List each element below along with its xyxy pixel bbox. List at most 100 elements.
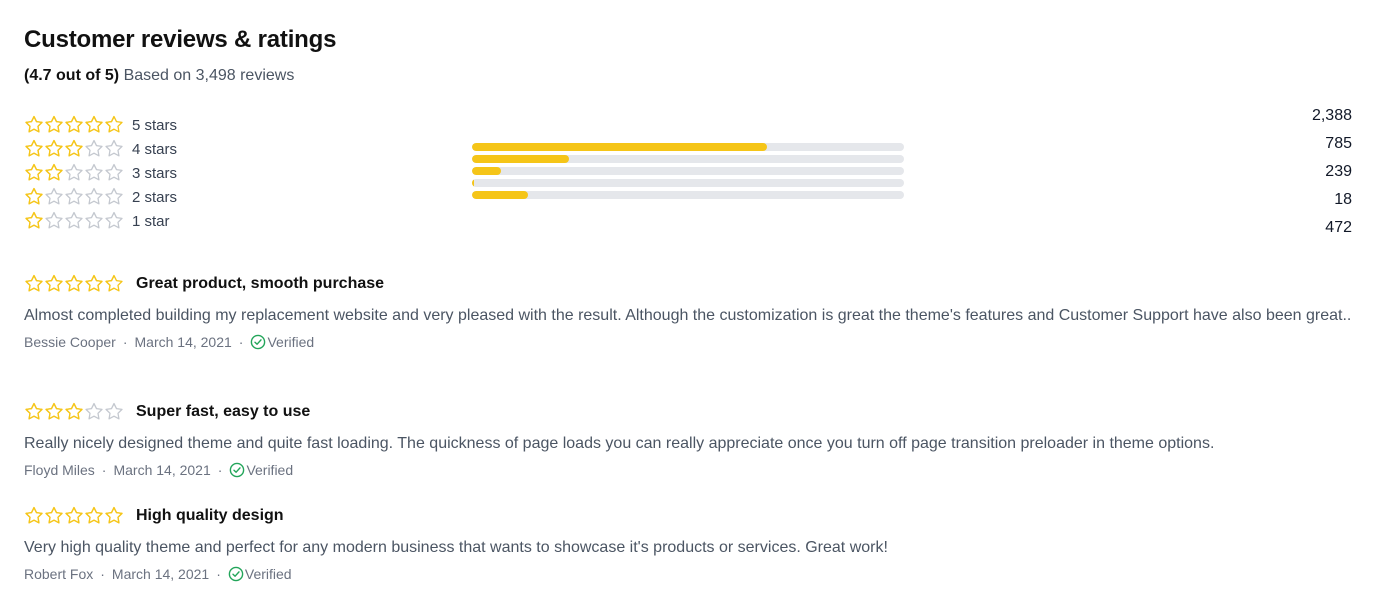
rating-bar-fill	[472, 179, 475, 187]
separator-dot: ·	[101, 462, 107, 478]
breakdown-row-5[interactable]: 5 stars	[24, 113, 224, 137]
star-icon	[25, 274, 43, 292]
star-icon	[45, 402, 63, 420]
star-icon	[85, 187, 103, 205]
review-title: Super fast, easy to use	[136, 403, 311, 420]
star-icon	[25, 211, 43, 229]
star-icon	[45, 274, 63, 292]
star-rating-icon	[24, 187, 124, 207]
star-icon	[105, 274, 123, 292]
star-icon	[45, 163, 63, 181]
review-author: Robert Fox	[24, 566, 94, 582]
star-icon	[65, 187, 83, 205]
review-item: Great product, smooth purchase Almost co…	[24, 272, 1354, 352]
average-rating: (4.7 out of 5)	[24, 67, 120, 84]
count-1-star: 472	[1325, 219, 1352, 236]
star-icon	[25, 163, 43, 181]
star-rating-icon	[24, 506, 124, 526]
review-date: March 14, 2021	[134, 334, 232, 350]
star-icon	[105, 187, 123, 205]
star-icon	[45, 211, 63, 229]
star-icon	[65, 139, 83, 157]
page-title: Customer reviews & ratings	[24, 26, 337, 53]
count-3-stars: 239	[1325, 163, 1352, 180]
separator-dot: ·	[122, 334, 128, 350]
rating-bar-4	[472, 155, 904, 163]
star-icon	[85, 402, 103, 420]
star-icon	[25, 139, 43, 157]
breakdown-label: 3 stars	[132, 164, 178, 182]
breakdown-row-3[interactable]: 3 stars	[24, 161, 224, 185]
verified-badge: Verified	[250, 332, 314, 352]
verified-label: Verified	[267, 334, 315, 350]
review-body: Very high quality theme and perfect for …	[24, 539, 888, 556]
star-icon	[65, 274, 83, 292]
star-icon	[45, 187, 63, 205]
breakdown-label: 5 stars	[132, 116, 178, 134]
star-icon	[105, 211, 123, 229]
review-date: March 14, 2021	[113, 462, 211, 478]
rating-bar-1	[472, 191, 904, 199]
star-icon	[25, 115, 43, 133]
review-author: Bessie Cooper	[24, 334, 116, 350]
breakdown-label: 4 stars	[132, 140, 178, 158]
star-icon	[65, 211, 83, 229]
rating-bar-2	[472, 179, 904, 187]
check-circle-icon	[230, 462, 245, 478]
star-icon	[85, 139, 103, 157]
verified-badge: Verified	[228, 564, 292, 584]
star-rating-icon	[24, 402, 124, 422]
star-icon	[65, 163, 83, 181]
review-title: High quality design	[136, 507, 284, 524]
rating-summary: (4.7 out of 5) Based on 3,498 reviews	[24, 66, 294, 86]
review-item: High quality design Very high quality th…	[24, 504, 1354, 584]
rating-bar-5	[472, 143, 904, 151]
star-icon	[85, 115, 103, 133]
star-rating-icon	[24, 163, 124, 183]
star-rating-icon	[24, 115, 124, 135]
star-icon	[45, 115, 63, 133]
star-icon	[25, 187, 43, 205]
review-author: Floyd Miles	[24, 462, 95, 478]
rating-bar-fill	[472, 155, 569, 163]
star-rating-icon	[24, 274, 124, 294]
separator-dot: ·	[100, 566, 105, 582]
breakdown-label: 1 star	[132, 212, 170, 230]
verified-label: Verified	[246, 462, 294, 478]
breakdown-row-2[interactable]: 2 stars	[24, 185, 224, 209]
count-2-stars: 18	[1334, 191, 1352, 208]
review-date: March 14, 2021	[111, 566, 210, 582]
star-icon	[105, 163, 123, 181]
rating-bar-fill	[472, 167, 502, 175]
star-icon	[85, 211, 103, 229]
verified-badge: Verified	[229, 460, 293, 480]
review-count: Based on 3,498 reviews	[123, 67, 295, 84]
separator-dot: ·	[216, 566, 221, 582]
breakdown-row-1[interactable]: 1 star	[24, 209, 224, 233]
review-item: Super fast, easy to use Really nicely de…	[24, 400, 1354, 480]
star-icon	[105, 506, 123, 524]
review-body: Really nicely designed theme and quite f…	[24, 435, 1215, 452]
rating-breakdown: 5 stars 4 stars 3 stars 2 stars 1 star	[24, 113, 224, 233]
count-5-stars: 2,388	[1311, 107, 1352, 124]
breakdown-row-4[interactable]: 4 stars	[24, 137, 224, 161]
review-body: Almost completed building my replacement…	[24, 307, 1352, 324]
check-circle-icon	[228, 566, 244, 582]
star-icon	[65, 115, 83, 133]
star-rating-icon	[24, 211, 124, 231]
star-icon	[105, 139, 123, 157]
rating-bars	[472, 143, 904, 203]
count-4-stars: 785	[1325, 135, 1352, 152]
star-icon	[25, 402, 43, 420]
separator-dot: ·	[238, 334, 244, 350]
star-icon	[105, 115, 123, 133]
star-icon	[25, 506, 43, 524]
breakdown-label: 2 stars	[132, 188, 178, 206]
star-icon	[65, 402, 83, 420]
review-title: Great product, smooth purchase	[136, 275, 385, 292]
star-icon	[85, 274, 103, 292]
star-rating-icon	[24, 139, 124, 159]
rating-bar-fill	[472, 191, 529, 199]
star-icon	[85, 506, 103, 524]
separator-dot: ·	[217, 462, 223, 478]
